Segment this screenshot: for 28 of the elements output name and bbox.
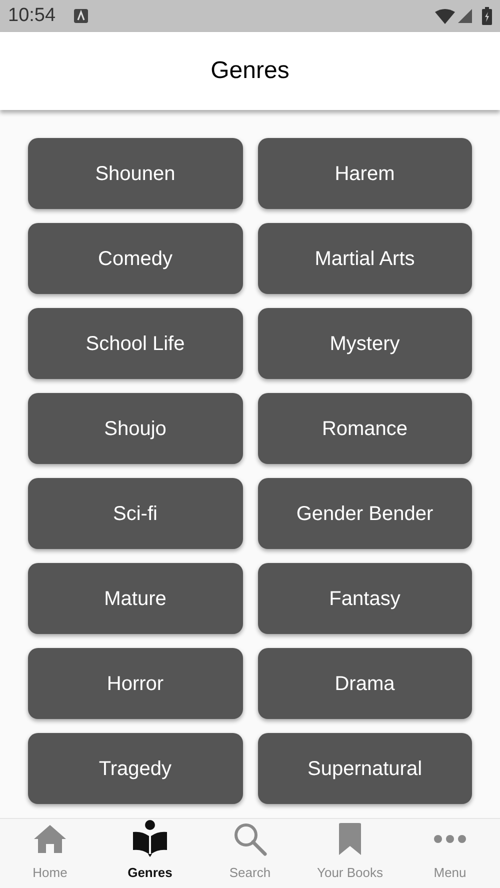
book-reader-icon [132, 820, 168, 858]
genre-button[interactable]: Shoujo [28, 393, 242, 464]
genre-button[interactable]: Drama [258, 648, 472, 719]
battery-icon [482, 7, 492, 25]
genre-button[interactable]: Shounen [28, 138, 242, 209]
search-icon [233, 822, 267, 856]
genre-button[interactable]: Mature [28, 563, 242, 634]
bookmark-icon [336, 822, 364, 856]
more-icon [433, 832, 467, 845]
nav-tab[interactable]: Genres [100, 819, 200, 888]
genre-button[interactable]: School Life [28, 308, 242, 379]
genre-button[interactable]: Sci-fi [28, 478, 242, 549]
genre-button[interactable]: Supernatural [258, 733, 472, 804]
wifi-icon [435, 8, 455, 24]
signal-icon [458, 9, 472, 23]
genre-button[interactable]: Comedy [28, 223, 242, 294]
genre-button[interactable]: Romance [258, 393, 472, 464]
genre-button[interactable]: Fantasy [258, 563, 472, 634]
genre-button[interactable]: Tragedy [28, 733, 242, 804]
home-icon [32, 822, 68, 855]
status-time: 10:54 [8, 4, 56, 28]
notification-icon [74, 9, 88, 23]
genre-button[interactable]: Gender Bender [258, 478, 472, 549]
page-title: Genres [210, 56, 290, 86]
genre-button[interactable]: Horror [28, 648, 242, 719]
genre-button[interactable]: Martial Arts [258, 223, 472, 294]
genre-button[interactable]: Harem [258, 138, 472, 209]
genre-button[interactable]: Mystery [258, 308, 472, 379]
